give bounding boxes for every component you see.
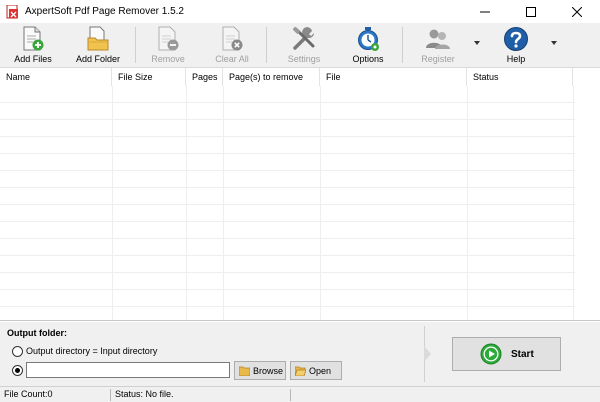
help-dropdown-arrow-icon[interactable] [551,41,557,45]
vertical-scroll-area [575,68,600,320]
open-folder-icon [294,366,307,376]
add-files-button[interactable]: Add Files [8,23,58,68]
window-title: AxpertSoft Pdf Page Remover 1.5.2 [25,6,184,17]
start-label: Start [511,348,534,360]
file-list-table[interactable]: Name File Size Pages Page(s) to remove F… [0,68,600,321]
table-row [0,171,575,188]
same-directory-label: Output directory = Input directory [26,346,158,356]
browse-label: Browse [253,365,284,376]
maximize-icon [526,6,536,17]
toolbar-separator [402,27,403,63]
minimize-icon [480,11,490,12]
remove-label: Remove [151,54,185,64]
same-directory-radio[interactable] [12,346,23,357]
settings-label: Settings [287,54,321,64]
users-icon [425,25,451,53]
column-header-pages[interactable]: Pages [186,68,223,86]
table-row [0,239,575,256]
table-row [0,86,575,103]
toolbar-separator [135,27,136,63]
remove-file-icon [155,25,181,53]
column-header-file[interactable]: File [320,68,467,86]
table-row [0,120,575,137]
help-icon [503,25,529,53]
close-icon [572,6,582,17]
add-folder-label: Add Folder [75,54,121,64]
table-row [0,205,575,222]
column-header-name[interactable]: Name [0,68,112,86]
help-button[interactable]: Help [492,23,540,68]
open-button[interactable]: Open [290,361,342,380]
toolbar-separator [266,27,267,63]
file-count-text: File Count:0 [4,389,53,399]
browse-button[interactable]: Browse [234,361,286,380]
play-icon [480,343,502,365]
app-logo-icon [6,4,20,19]
table-row [0,273,575,290]
table-row [0,222,575,239]
tools-icon [291,25,317,53]
options-label: Options [352,54,384,64]
custom-directory-radio[interactable] [12,365,23,376]
table-row [0,290,575,307]
add-file-icon [20,25,46,53]
folder-icon [238,366,251,376]
register-button[interactable]: Register [414,23,462,68]
remove-button[interactable]: Remove [144,23,192,68]
maximize-button[interactable] [508,0,554,23]
status-separator [110,389,111,401]
table-row [0,137,575,154]
output-folder-label: Output folder: [7,328,67,338]
clear-all-button[interactable]: Clear All [208,23,256,68]
toolbar: Add Files Add Folder Remove Clear All Se… [0,23,600,68]
table-row [0,103,575,120]
table-header: Name File Size Pages Page(s) to remove F… [0,68,575,86]
output-panel: Output folder: Output directory = Input … [0,322,600,386]
table-row [0,307,575,320]
clear-all-icon [219,25,245,53]
table-row [0,256,575,273]
stopwatch-icon [355,25,381,53]
add-files-label: Add Files [14,54,52,64]
panel-divider-arrow-icon [424,346,431,362]
column-header-file-size[interactable]: File Size [112,68,186,86]
add-folder-icon [85,25,111,53]
clear-all-label: Clear All [215,54,249,64]
column-header-pages-to-remove[interactable]: Page(s) to remove [223,68,320,86]
minimize-button[interactable] [462,0,508,23]
open-label: Open [309,365,332,376]
status-text: Status: No file. [115,389,174,399]
column-header-status[interactable]: Status [467,68,573,86]
close-button[interactable] [554,0,600,23]
start-button[interactable]: Start [452,337,561,371]
title-bar: AxpertSoft Pdf Page Remover 1.5.2 [0,0,600,23]
register-label: Register [421,54,455,64]
status-bar: File Count:0 Status: No file. [0,386,600,402]
status-separator [290,389,291,401]
options-button[interactable]: Options [344,23,392,68]
register-dropdown-arrow-icon[interactable] [474,41,480,45]
table-row [0,188,575,205]
table-row [0,154,575,171]
output-directory-input[interactable] [26,362,230,378]
settings-button[interactable]: Settings [280,23,328,68]
add-folder-button[interactable]: Add Folder [70,23,126,68]
help-label: Help [506,54,526,64]
